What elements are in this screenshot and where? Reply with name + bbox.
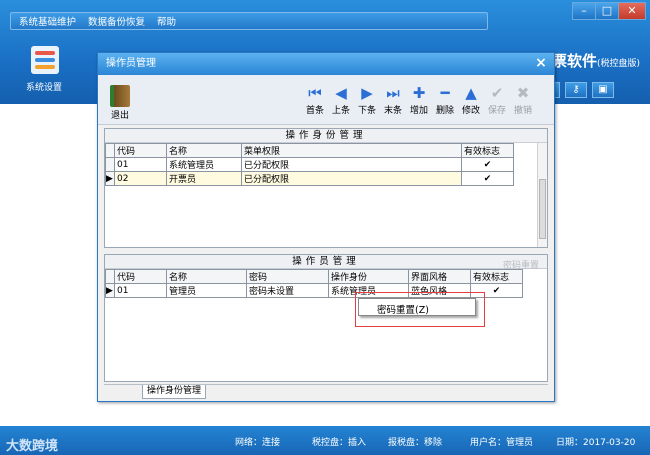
col-password[interactable]: 密码 xyxy=(246,269,329,284)
exit-label: 退出 xyxy=(110,111,129,121)
nav-buttons: ⏮ 首条 ◀ 上条 ▶ 下条 ⏭ 末条 ✚ 增加 ━ 删除 ▲ 修改 ✔ 保存 ✖ 撤销 xyxy=(302,83,536,116)
cell-code[interactable]: 01 xyxy=(114,283,167,298)
next-button[interactable]: ▶ 下条 xyxy=(354,83,380,116)
close-button[interactable]: ✕ xyxy=(618,2,646,20)
menu-item-basic[interactable]: 系统基础维护 xyxy=(19,14,76,28)
system-settings-tile[interactable]: 系统设置 xyxy=(14,44,74,98)
dialog-close-button[interactable]: × xyxy=(532,55,550,73)
next-icon: ▶ xyxy=(361,84,373,102)
checkbox-valid[interactable]: ✔ xyxy=(483,174,492,184)
maximize-button[interactable]: □ xyxy=(595,2,619,20)
table-row[interactable]: 01 系统管理员 已分配权限 ✔ xyxy=(105,157,514,172)
status-taxdisk2: 报税盘：移除 xyxy=(388,438,443,448)
scroll-thumb[interactable] xyxy=(539,179,546,239)
cell-password[interactable]: 密码未设置 xyxy=(246,283,329,298)
prev-button[interactable]: ◀ 上条 xyxy=(328,83,354,116)
last-icon: ⏭ xyxy=(386,84,400,102)
role-table: 代码 名称 菜单权限 有效标志 01 系统管理员 已分配权限 ✔ ▶ 02 开票… xyxy=(105,143,514,186)
tab-role-management[interactable]: 操作身份管理 xyxy=(142,385,207,399)
operator-management-dialog: 操作员管理 × 退出 ⏮ 首条 ◀ 上条 ▶ 下条 ⏭ 末条 ✚ 增加 ━ 删除 ▲ 修改 ✔ 保存 ✖ 撤销 操… xyxy=(97,52,555,402)
settings-icon xyxy=(31,46,59,74)
menu-item-password-reset[interactable]: 密码重置(Z) xyxy=(377,302,429,316)
table-row-selected[interactable]: ▶ 02 开票员 已分配权限 ✔ xyxy=(105,171,514,186)
cell-name[interactable]: 开票员 xyxy=(166,171,242,186)
password-reset-link[interactable]: 密码重置 xyxy=(503,258,539,271)
cell-code[interactable]: 02 xyxy=(114,171,167,186)
cell-valid[interactable]: ✔ xyxy=(461,157,514,172)
operator-panel-title: 操作员管理 xyxy=(105,255,547,269)
cell-perm[interactable]: 已分配权限 xyxy=(241,171,462,186)
undo-icon: ✖ xyxy=(516,84,530,102)
checkbox-valid[interactable]: ✔ xyxy=(483,160,492,170)
toolbar-label: 上条 xyxy=(331,106,350,116)
col-code[interactable]: 代码 xyxy=(114,143,167,158)
edit-button[interactable]: ▲ 修改 xyxy=(458,83,484,116)
toolbar-label: 末条 xyxy=(383,106,402,116)
key-icon[interactable]: ⚷ xyxy=(565,82,587,98)
cell-name[interactable]: 系统管理员 xyxy=(166,157,242,172)
delete-icon: ━ xyxy=(440,84,450,102)
col-valid[interactable]: 有效标志 xyxy=(461,143,514,158)
cell-valid[interactable]: ✔ xyxy=(461,171,514,186)
last-button[interactable]: ⏭ 末条 xyxy=(380,83,406,116)
toolbar-label: 增加 xyxy=(409,106,428,116)
menu-item-backup[interactable]: 数据备份恢复 xyxy=(88,14,145,28)
toolbar-label: 删除 xyxy=(435,106,454,116)
role-management-panel: 操作身份管理 代码 名称 菜单权限 有效标志 01 系统管理员 已分配权限 ✔ xyxy=(104,128,548,248)
status-bar: 大数跨境 网络：连接 税控盘：插入 报税盘：移除 用户名：管理员 日期：2017… xyxy=(0,426,650,455)
cell-code[interactable]: 01 xyxy=(114,157,167,172)
row-pointer-icon: ▶ xyxy=(105,283,115,298)
delete-button[interactable]: ━ 删除 xyxy=(432,83,458,116)
col-style[interactable]: 界面风格 xyxy=(408,269,471,284)
brand-title: 票软件(税控盘版) xyxy=(552,52,641,70)
prev-icon: ◀ xyxy=(335,84,347,102)
role-panel-title: 操作身份管理 xyxy=(105,129,547,143)
desktop-app: 系统基础维护 数据备份恢复 帮助 – □ ✕ 系统设置 票软件(税控盘版) ▭ … xyxy=(0,0,650,455)
status-user: 用户名：管理员 xyxy=(470,438,534,448)
undo-button[interactable]: ✖ 撤销 xyxy=(510,83,536,116)
exit-door-icon xyxy=(110,85,130,107)
add-button[interactable]: ✚ 增加 xyxy=(406,83,432,116)
save-icon: ✔ xyxy=(490,84,504,102)
col-code[interactable]: 代码 xyxy=(114,269,167,284)
status-date: 日期：2017-03-20 xyxy=(556,438,636,448)
bottom-tab-strip: 操作身份管理 xyxy=(104,384,548,399)
context-menu: 密码重置(Z) xyxy=(358,298,476,316)
vertical-scrollbar[interactable] xyxy=(537,143,547,247)
minimize-button[interactable]: – xyxy=(572,2,596,20)
brand-logo: 大数跨境 xyxy=(6,439,59,454)
menu-bar: 系统基础维护 数据备份恢复 帮助 xyxy=(10,12,488,30)
cell-perm[interactable]: 已分配权限 xyxy=(241,157,462,172)
col-name[interactable]: 名称 xyxy=(166,269,247,284)
operator-table-header: 代码 名称 密码 操作身份 界面风格 有效标志 xyxy=(105,269,523,284)
edit-icon: ▲ xyxy=(465,84,477,102)
add-icon: ✚ xyxy=(412,84,426,102)
role-table-header: 代码 名称 菜单权限 有效标志 xyxy=(105,143,514,158)
dialog-toolbar: 退出 ⏮ 首条 ◀ 上条 ▶ 下条 ⏭ 末条 ✚ 增加 ━ 删除 ▲ 修改 ✔ 保存 ✖ 撤销 xyxy=(98,75,554,125)
system-settings-label: 系统设置 xyxy=(25,83,62,93)
cell-name[interactable]: 管理员 xyxy=(166,283,247,298)
toolbar-label: 撤销 xyxy=(513,106,532,116)
menu-item-help[interactable]: 帮助 xyxy=(157,14,176,28)
dialog-titlebar: 操作员管理 × xyxy=(98,53,554,75)
first-icon: ⏮ xyxy=(308,84,322,102)
toolbar-label: 下条 xyxy=(357,106,376,116)
window-controls: – □ ✕ xyxy=(572,2,646,20)
col-menu-perm[interactable]: 菜单权限 xyxy=(241,143,462,158)
status-network: 网络：连接 xyxy=(235,438,281,448)
toolbar-label: 修改 xyxy=(461,106,480,116)
dialog-title: 操作员管理 xyxy=(106,58,156,69)
checkbox-valid[interactable]: ✔ xyxy=(492,286,501,296)
card-icon[interactable]: ▣ xyxy=(592,82,614,98)
col-valid[interactable]: 有效标志 xyxy=(470,269,523,284)
first-button[interactable]: ⏮ 首条 xyxy=(302,83,328,116)
row-pointer-icon: ▶ xyxy=(105,171,115,186)
toolbar-label: 保存 xyxy=(487,106,506,116)
col-role[interactable]: 操作身份 xyxy=(328,269,409,284)
save-button[interactable]: ✔ 保存 xyxy=(484,83,510,116)
status-taxdisk: 税控盘：插入 xyxy=(312,438,367,448)
exit-button[interactable]: 退出 xyxy=(108,85,132,121)
toolbar-label: 首条 xyxy=(305,106,324,116)
col-name[interactable]: 名称 xyxy=(166,143,242,158)
